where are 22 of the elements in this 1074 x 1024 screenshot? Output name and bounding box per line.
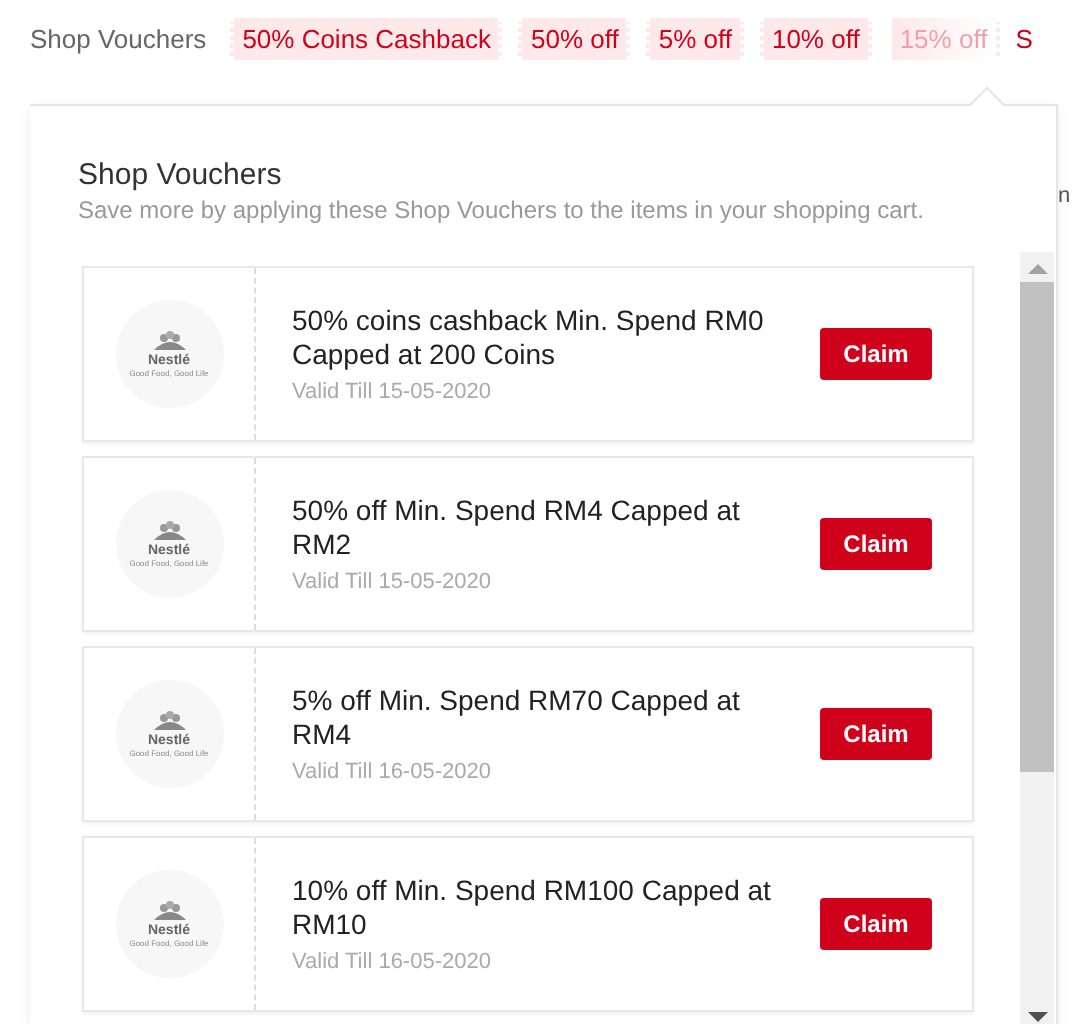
claim-button[interactable]: Claim [820,708,932,760]
voucher-tag-text[interactable]: S [1015,23,1033,53]
claim-button[interactable]: Claim [820,898,932,950]
claim-button[interactable]: Claim [820,328,932,380]
voucher-tag[interactable]: 10% off [759,17,872,59]
scrollbar[interactable] [1020,252,1054,1024]
validity-date: Valid Till 16-05-2020 [292,950,493,974]
validity-date: Valid Till 15-05-2020 [292,380,493,404]
voucher-tag[interactable]: 5% off [646,17,744,59]
claim-button[interactable]: Claim [820,518,932,570]
popup-title: Shop Vouchers [78,158,282,192]
voucher-description: 50% off Min. Spend RM4 Capped at RM2 [292,494,742,562]
voucher-description: 10% off Min. Spend RM100 Capped at RM10 [292,874,773,942]
voucher-tag[interactable]: 50% off [518,17,631,59]
voucher-tag[interactable]: 50% Coins Cashback [230,17,503,59]
background-text: n [1058,184,1071,208]
section-label: Shop Vouchers [30,23,207,53]
voucher-description: 5% off Min. Spend RM70 Capped at RM4 [292,684,742,752]
validity-date: Valid Till 15-05-2020 [292,570,493,594]
voucher-description: 50% coins cashback Min. Spend RM0 Capped at 200 Coins [292,304,766,372]
validity-date: Valid Till 16-05-2020 [292,760,493,784]
popup-subtitle: Save more by applying these Shop Vouchers to the items in your shopping cart. [78,196,924,224]
